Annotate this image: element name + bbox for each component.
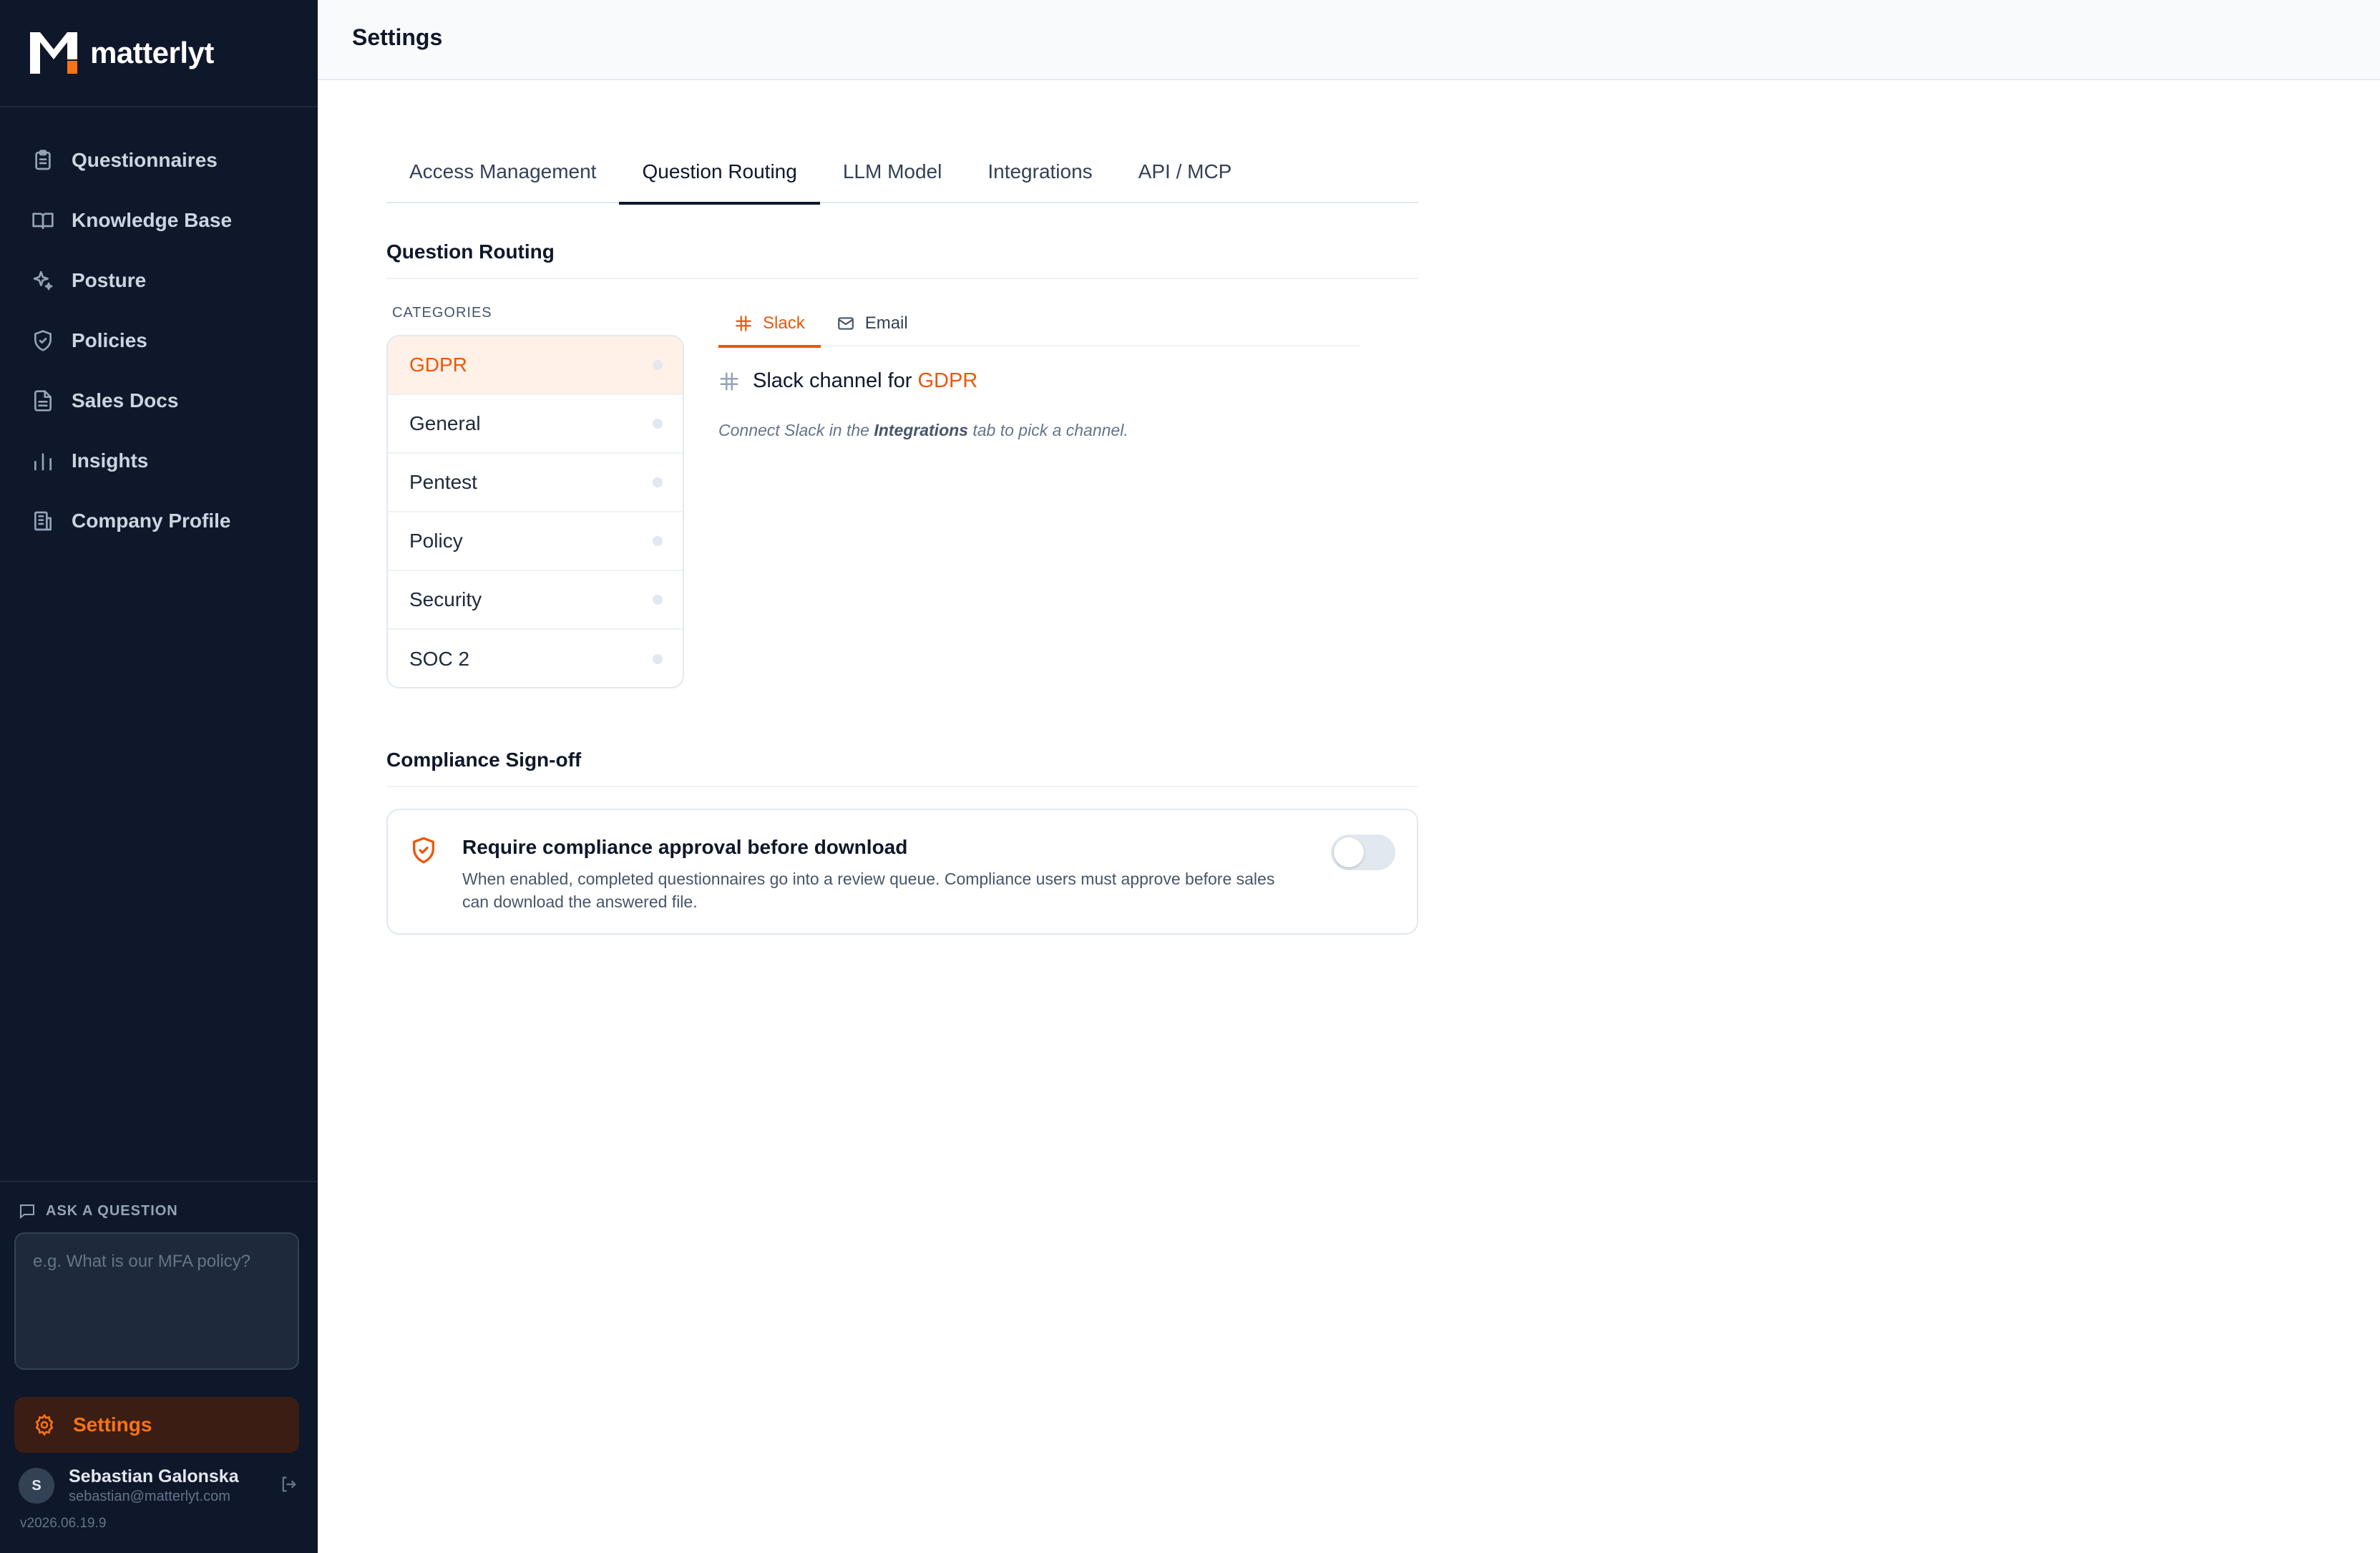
sidebar-divider xyxy=(0,1181,318,1182)
user-email: sebastian@matterlyt.com xyxy=(69,1489,230,1504)
signoff-card-description: When enabled, completed questionnaires g… xyxy=(462,870,1275,911)
shield-icon xyxy=(31,329,54,352)
avatar: S xyxy=(19,1468,54,1504)
sidebar-item-label: Posture xyxy=(72,269,147,291)
chat-bubble-icon xyxy=(20,1204,34,1219)
document-icon xyxy=(31,389,54,412)
tab-access-management[interactable]: Access Management xyxy=(386,140,619,203)
shield-check-icon xyxy=(413,837,434,864)
sidebar-item-label: Insights xyxy=(72,449,149,472)
slack-heading-prefix: Slack channel for xyxy=(753,369,912,392)
sidebar-item-posture[interactable]: Posture xyxy=(0,250,318,311)
tab-question-routing[interactable]: Question Routing xyxy=(619,140,821,205)
status-dot xyxy=(653,477,663,487)
category-item-soc2[interactable]: SOC 2 xyxy=(388,630,683,687)
category-item-security[interactable]: Security xyxy=(388,571,683,630)
category-label: Security xyxy=(409,588,482,610)
signoff-card-title: Require compliance approval before downl… xyxy=(462,836,908,858)
category-item-pentest[interactable]: Pentest xyxy=(388,454,683,512)
slack-heading-category: GDPR xyxy=(917,369,978,392)
sidebar-item-policies[interactable]: Policies xyxy=(0,311,318,371)
category-label: General xyxy=(409,412,481,434)
section-divider xyxy=(386,786,1418,787)
bar-chart-icon xyxy=(31,449,54,472)
slack-channel-heading: Slack channel for GDPR xyxy=(718,369,977,393)
status-dot xyxy=(653,654,663,664)
building-icon xyxy=(31,510,54,532)
settings-label: Settings xyxy=(73,1413,152,1436)
ask-question-input[interactable] xyxy=(14,1232,299,1370)
sparkle-icon xyxy=(31,269,54,292)
hint-after: tab to pick a channel. xyxy=(967,421,1128,439)
section-divider xyxy=(386,278,1418,279)
page-title: Settings xyxy=(352,24,443,50)
question-routing-title: Question Routing xyxy=(386,240,555,263)
category-label: GDPR xyxy=(409,354,467,376)
tab-email-label: Email xyxy=(864,313,908,333)
sidebar-item-company-profile[interactable]: Company Profile xyxy=(0,491,318,551)
tab-integrations[interactable]: Integrations xyxy=(965,140,1115,203)
brand-name: matterlyt xyxy=(90,36,214,69)
ask-question-label: ASK A QUESTION xyxy=(19,1202,178,1219)
sidebar-item-label: Sales Docs xyxy=(72,389,179,412)
sidebar-item-sales-docs[interactable]: Sales Docs xyxy=(0,371,318,431)
categories-list: GDPR General Pentest Policy Security SOC… xyxy=(386,335,684,688)
sidebar-nav: Questionnaires Knowledge Base Posture Po… xyxy=(0,130,318,551)
tab-api-mcp[interactable]: API / MCP xyxy=(1116,140,1255,203)
hint-integrations-link: Integrations xyxy=(874,421,968,439)
tab-email[interactable]: Email xyxy=(821,301,924,346)
sidebar-item-questionnaires[interactable]: Questionnaires xyxy=(0,130,318,190)
category-item-gdpr[interactable]: GDPR xyxy=(388,336,683,395)
tab-slack-label: Slack xyxy=(763,313,805,333)
slack-icon xyxy=(736,316,751,331)
brand[interactable]: matterlyt xyxy=(30,31,214,74)
sidebar-item-label: Company Profile xyxy=(72,510,231,532)
status-dot xyxy=(653,536,663,546)
sidebar-item-settings[interactable]: Settings xyxy=(14,1397,299,1453)
category-item-general[interactable]: General xyxy=(388,395,683,454)
status-dot xyxy=(653,419,663,429)
user-profile: S Sebastian Galonska sebastian@matterlyt… xyxy=(19,1466,299,1506)
sidebar-item-label: Knowledge Base xyxy=(72,209,233,231)
sidebar-item-label: Questionnaires xyxy=(72,149,218,171)
hint-before: Connect Slack in the xyxy=(718,421,874,439)
book-icon xyxy=(31,209,54,232)
user-info: Sebastian Galonska sebastian@matterlyt.c… xyxy=(69,1466,279,1506)
category-label: Policy xyxy=(409,530,463,552)
sidebar-item-knowledge-base[interactable]: Knowledge Base xyxy=(0,190,318,250)
sidebar-item-label: Policies xyxy=(72,329,147,351)
category-item-policy[interactable]: Policy xyxy=(388,512,683,571)
matterlyt-logo-icon xyxy=(30,32,77,74)
logout-icon[interactable] xyxy=(279,1474,299,1498)
status-dot xyxy=(653,360,663,370)
category-label: SOC 2 xyxy=(409,648,470,670)
slack-icon xyxy=(720,372,738,390)
tab-slack[interactable]: Slack xyxy=(718,301,821,348)
sidebar-divider xyxy=(0,106,318,107)
compliance-signoff-card: Require compliance approval before downl… xyxy=(386,809,1418,935)
app-version: v2026.06.19.9 xyxy=(20,1516,107,1531)
gear-icon xyxy=(35,1413,54,1436)
settings-tabs: Access Management Question Routing LLM M… xyxy=(386,140,1418,205)
slack-connect-hint: Connect Slack in the Integrations tab to… xyxy=(718,421,1128,440)
top-bar: Settings xyxy=(318,0,2380,80)
categories-label: CATEGORIES xyxy=(392,305,492,321)
compliance-signoff-title: Compliance Sign-off xyxy=(386,749,582,771)
ask-question-label-text: ASK A QUESTION xyxy=(46,1202,178,1219)
status-dot xyxy=(653,595,663,605)
sidebar-item-insights[interactable]: Insights xyxy=(0,431,318,491)
category-label: Pentest xyxy=(409,471,477,493)
user-name: Sebastian Galonska xyxy=(69,1466,239,1486)
mail-icon xyxy=(837,317,854,330)
sidebar: matterlyt Questionnaires Knowledge Base … xyxy=(0,0,318,1553)
channel-tabs: Slack Email xyxy=(718,301,1360,348)
clipboard-icon xyxy=(31,149,54,172)
compliance-approval-toggle[interactable] xyxy=(1331,834,1395,870)
tab-llm-model[interactable]: LLM Model xyxy=(820,140,965,203)
toggle-knob xyxy=(1334,837,1364,867)
